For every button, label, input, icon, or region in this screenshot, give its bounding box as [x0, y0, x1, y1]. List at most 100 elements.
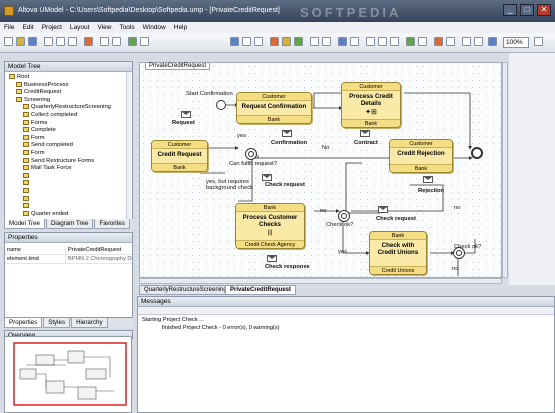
menu-edit[interactable]: Edit	[22, 24, 33, 31]
delete-icon[interactable]	[84, 37, 93, 46]
space-across-icon[interactable]	[406, 37, 415, 46]
property-key: name	[5, 246, 65, 255]
zoom-select[interactable]: 100%	[503, 37, 529, 48]
same-width-icon[interactable]	[366, 37, 375, 46]
folder-icon	[23, 119, 29, 125]
task-participant: Customer	[152, 141, 207, 149]
zoom-fit-icon[interactable]	[488, 37, 497, 46]
folder-icon	[23, 127, 29, 133]
task-participant: Bank	[237, 115, 311, 123]
label-start-confirmation: Start Confirmation	[186, 91, 233, 97]
tab-properties[interactable]: Properties	[4, 318, 43, 328]
folder-icon	[23, 157, 29, 163]
folder-icon	[23, 104, 29, 110]
line-style-icon[interactable]	[310, 37, 319, 46]
new-icon[interactable]	[4, 37, 13, 46]
message-envelope-icon	[360, 130, 370, 137]
show-hide-icon[interactable]	[446, 37, 455, 46]
task-participant: Credit Check Agency	[236, 240, 304, 248]
diagram-vertical-scrollbar[interactable]	[502, 62, 508, 278]
title-bar: Altova UModel - C:\Users\Softpedia\Deskt…	[0, 0, 555, 22]
menu-help[interactable]: Help	[174, 24, 187, 31]
label-no: no	[454, 205, 461, 211]
save-icon[interactable]	[28, 37, 37, 46]
task-process-customer-checks[interactable]: Bank Process Customer Checks ||| Credit …	[235, 203, 305, 249]
task-check-credit-unions[interactable]: Bank Check with Credit Unions Credit Uni…	[369, 231, 427, 275]
bpmn-task-icon[interactable]	[270, 37, 279, 46]
gateway-check-ok-icon[interactable]	[338, 210, 350, 222]
toolbar: 100%	[0, 33, 555, 53]
same-height-icon[interactable]	[378, 37, 387, 46]
space-down-icon[interactable]	[418, 37, 427, 46]
task-request-confirmation[interactable]: Customer Request Confirmation Bank	[236, 92, 312, 124]
copy-icon[interactable]	[56, 37, 65, 46]
task-name: Request Confirmation	[241, 103, 307, 110]
bpmn-event-icon[interactable]	[294, 37, 303, 46]
task-process-credit-details[interactable]: Customer Process Credit Details ✦⊞ Bank	[341, 82, 401, 128]
cut-icon[interactable]	[44, 37, 53, 46]
grid-icon[interactable]	[322, 37, 331, 46]
paste-icon[interactable]	[68, 37, 77, 46]
overview-map	[13, 342, 127, 406]
window-title: Altova UModel - C:\Users\Softpedia\Deskt…	[18, 7, 280, 14]
generate-code-icon[interactable]	[350, 37, 359, 46]
property-value[interactable]: PrivateCreditRequest	[65, 246, 132, 255]
menu-window[interactable]: Window	[143, 24, 166, 31]
tree-item-label: Root	[17, 74, 30, 80]
task-credit-rejection[interactable]: Customer Credit Rejection Bank	[389, 139, 453, 173]
gateway-can-fulfill-icon[interactable]	[245, 148, 257, 160]
bpmn-gateway-icon[interactable]	[282, 37, 291, 46]
folder-icon	[23, 195, 29, 201]
multi-instance-icon: |||	[267, 230, 273, 236]
find-icon[interactable]	[128, 37, 137, 46]
task-credit-request[interactable]: Customer Credit Request Bank	[151, 140, 208, 172]
message-line[interactable]: finished Project Check - 0 error(s), 0 w…	[162, 325, 280, 331]
replace-icon[interactable]	[140, 37, 149, 46]
label-check-response: Check response	[265, 264, 310, 270]
maximize-button[interactable]: □	[520, 4, 534, 16]
menu-project[interactable]: Project	[42, 24, 62, 31]
open-icon[interactable]	[16, 37, 25, 46]
message-line[interactable]: Starting Project Check ...	[142, 317, 204, 323]
same-size-icon[interactable]	[390, 37, 399, 46]
folder-icon	[23, 142, 29, 148]
menu-tools[interactable]: Tools	[119, 24, 134, 31]
zoom-out-icon[interactable]	[474, 37, 483, 46]
overflow-chevron-icon[interactable]	[534, 37, 543, 46]
menu-file[interactable]: File	[4, 24, 14, 31]
tree-item[interactable]: Quarter ended	[5, 210, 68, 219]
doc-tab-quarterly[interactable]: QuarterlyRestructureScreening	[139, 285, 232, 295]
align-center-icon[interactable]	[254, 37, 263, 46]
tab-favorites[interactable]: Favorites	[94, 219, 130, 229]
tree-item-label: Form	[31, 134, 45, 141]
tree-item-label: Screening	[24, 96, 51, 103]
diagram-horizontal-scrollbar[interactable]	[139, 278, 502, 284]
start-event-icon[interactable]	[216, 100, 226, 110]
check-project-icon[interactable]	[338, 37, 347, 46]
right-side-panel	[509, 53, 555, 285]
pool-label: PrivateCreditRequest	[145, 62, 211, 70]
undo-icon[interactable]	[100, 37, 109, 46]
autolayout-icon[interactable]	[434, 37, 443, 46]
label-check-ok: Check ok?	[326, 222, 354, 228]
tree-scrollbar[interactable]	[126, 72, 131, 220]
doc-tab-private-credit[interactable]: PrivateCreditRequest	[225, 285, 297, 295]
minimize-button[interactable]: _	[503, 4, 517, 16]
redo-icon[interactable]	[112, 37, 121, 46]
overview-panel[interactable]	[4, 336, 132, 413]
menu-layout[interactable]: Layout	[70, 24, 90, 31]
end-event-icon[interactable]	[471, 147, 483, 159]
tab-diagram-tree[interactable]: Diagram Tree	[45, 219, 94, 229]
tab-hierarchy[interactable]: Hierarchy	[71, 318, 108, 328]
model-tree-tabs: Model Tree Diagram Tree Favorites	[4, 219, 133, 229]
layout-icon[interactable]	[230, 37, 239, 46]
tree-item-label: Forms	[31, 119, 48, 126]
messages-toolbar	[138, 307, 554, 315]
tree-item-label: CreditRequest	[24, 89, 62, 96]
tab-model-tree[interactable]: Model Tree	[4, 219, 45, 229]
menu-view[interactable]: View	[97, 24, 111, 31]
tab-styles[interactable]: Styles	[43, 318, 71, 328]
zoom-in-icon[interactable]	[462, 37, 471, 46]
close-button[interactable]: ✕	[537, 4, 551, 16]
align-left-icon[interactable]	[242, 37, 251, 46]
